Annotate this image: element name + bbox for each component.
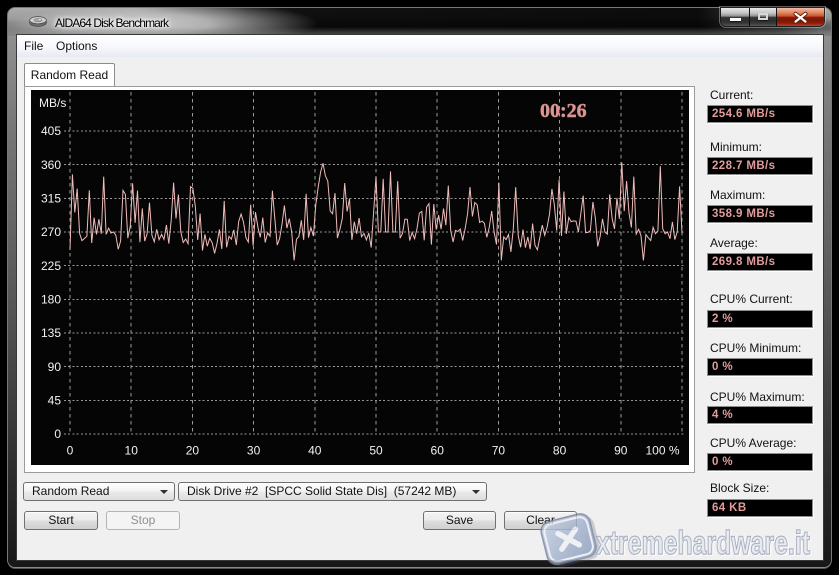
svg-text:0: 0 bbox=[67, 444, 74, 458]
svg-text:100 %: 100 % bbox=[645, 444, 679, 458]
svg-text:360: 360 bbox=[41, 158, 61, 172]
svg-text:80: 80 bbox=[553, 444, 567, 458]
svg-text:0: 0 bbox=[54, 427, 61, 441]
svg-text:40: 40 bbox=[308, 444, 322, 458]
svg-text:10: 10 bbox=[125, 444, 139, 458]
svg-text:70: 70 bbox=[492, 444, 506, 458]
svg-text:405: 405 bbox=[41, 124, 61, 138]
svg-text:50: 50 bbox=[369, 444, 383, 458]
svg-text:225: 225 bbox=[41, 259, 61, 273]
svg-text:270: 270 bbox=[41, 225, 61, 239]
svg-text:315: 315 bbox=[41, 192, 61, 206]
svg-text:90: 90 bbox=[48, 360, 62, 374]
svg-text:135: 135 bbox=[41, 326, 61, 340]
svg-text:45: 45 bbox=[48, 394, 62, 408]
svg-text:30: 30 bbox=[247, 444, 261, 458]
svg-text:90: 90 bbox=[614, 444, 628, 458]
svg-text:20: 20 bbox=[186, 444, 200, 458]
svg-text:xtremehardware.it: xtremehardware.it bbox=[596, 524, 810, 561]
svg-text:00:26: 00:26 bbox=[540, 100, 587, 122]
svg-text:MB/s: MB/s bbox=[39, 96, 66, 110]
svg-text:60: 60 bbox=[431, 444, 445, 458]
svg-text:180: 180 bbox=[41, 293, 61, 307]
